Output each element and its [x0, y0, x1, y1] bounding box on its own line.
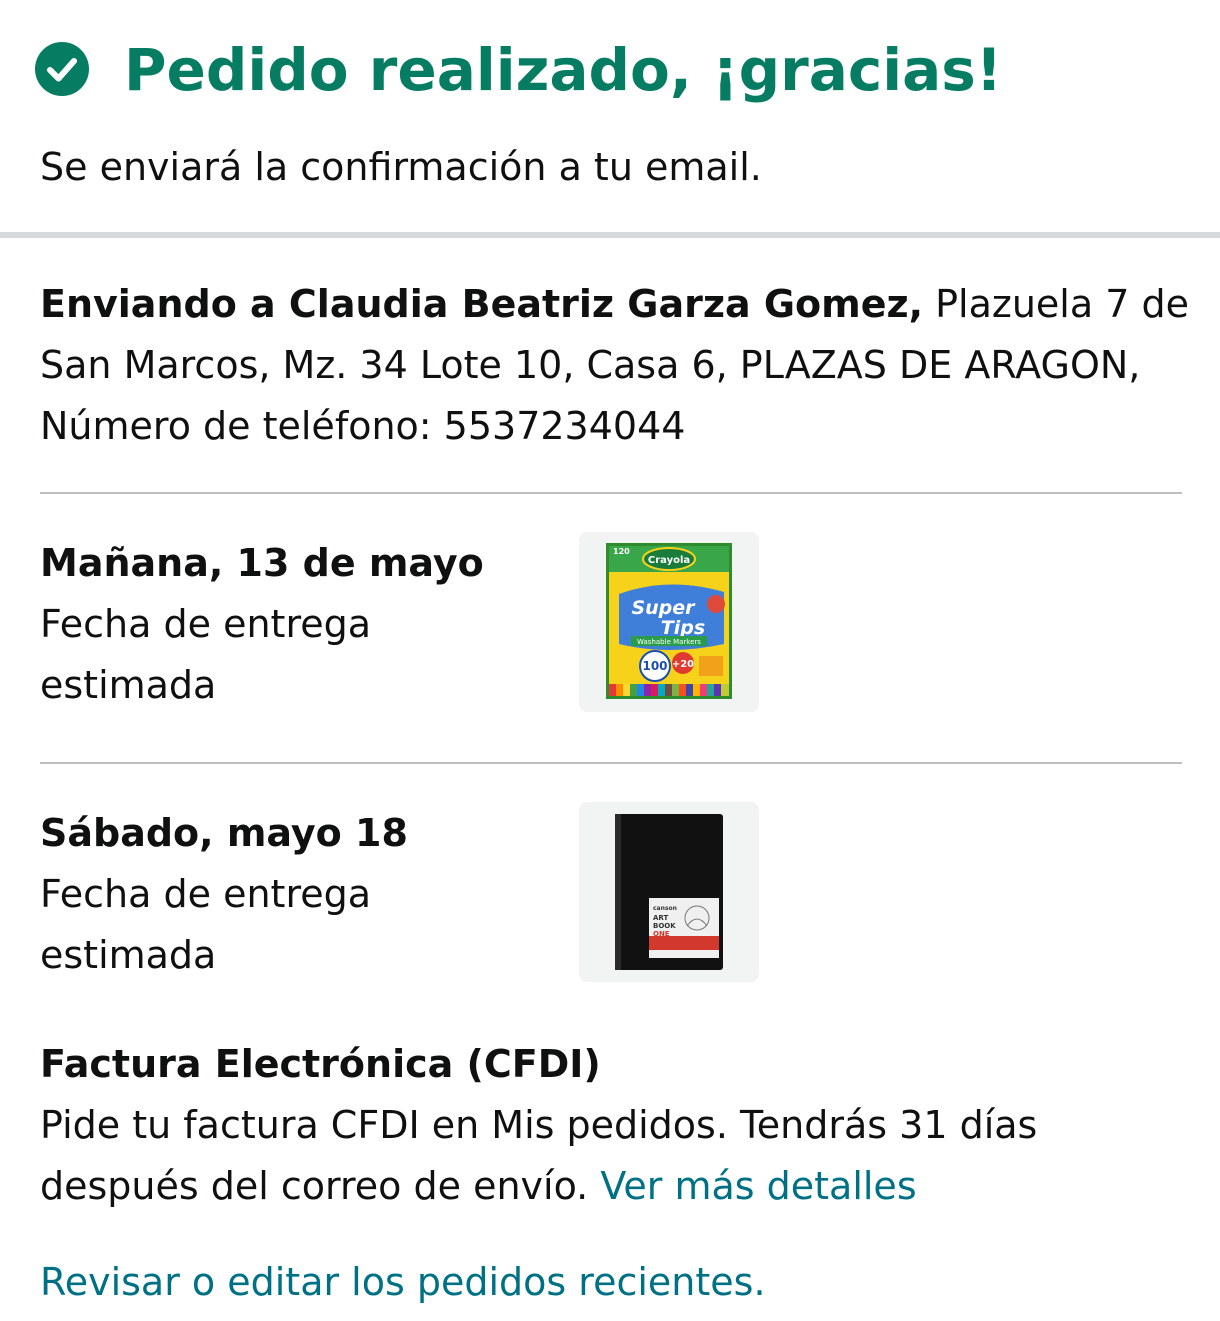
tips-text: Tips	[661, 617, 705, 639]
delivery-label: Fecha de entrega estimada	[40, 602, 372, 707]
delivery-date: Mañana, 13 de mayo	[40, 541, 484, 585]
book-text: BOOK	[653, 922, 676, 930]
cfdi-section: Factura Electrónica (CFDI) Pide tu factu…	[40, 1034, 1200, 1217]
divider	[40, 492, 1182, 494]
recent-orders-link[interactable]: Revisar o editar los pedidos recientes.	[40, 1252, 766, 1313]
divider	[40, 762, 1182, 764]
marker-tips	[609, 684, 729, 696]
canson-sketchbook-image: canson ART BOOK ONE	[615, 814, 723, 970]
delivery-label: Fecha de entrega estimada	[40, 872, 372, 977]
extra-colors-text: +20	[672, 659, 694, 670]
crayola-logo-text: Crayola	[648, 555, 690, 566]
super-text: Super	[631, 597, 696, 619]
confirmation-subtitle: Se enviará la confirmación a tu email.	[40, 145, 762, 189]
marker-count-text: 120	[613, 547, 630, 556]
delivery-group-2: Sábado, mayo 18 Fecha de entrega estimad…	[40, 803, 560, 986]
canson-brand-text: canson	[653, 905, 677, 912]
art-text: ART	[653, 914, 668, 922]
page-title: Pedido realizado, ¡gracias!	[124, 36, 1003, 104]
check-circle-icon	[35, 42, 89, 96]
crayola-markers-image: Crayola 120 Super Tips Washable Markers …	[606, 543, 732, 699]
product-image-sketchbook[interactable]: canson ART BOOK ONE	[579, 802, 759, 982]
delivery-date: Sábado, mayo 18	[40, 811, 408, 855]
shipping-address: Enviando a Claudia Beatriz Garza Gomez, …	[40, 274, 1190, 457]
more-details-link[interactable]: Ver más detalles	[600, 1164, 916, 1208]
one-text: ONE	[653, 930, 670, 938]
product-image-markers[interactable]: Crayola 120 Super Tips Washable Markers …	[579, 532, 759, 712]
delivery-group-1: Mañana, 13 de mayo Fecha de entrega esti…	[40, 533, 560, 716]
washable-markers-text: Washable Markers	[637, 638, 701, 646]
cfdi-heading: Factura Electrónica (CFDI)	[40, 1042, 601, 1086]
colors-count-text: 100	[642, 659, 667, 673]
shipping-recipient: Enviando a Claudia Beatriz Garza Gomez,	[40, 282, 924, 326]
confirmation-header: Pedido realizado, ¡gracias! Se enviará l…	[0, 0, 1220, 232]
header-divider	[0, 232, 1220, 238]
